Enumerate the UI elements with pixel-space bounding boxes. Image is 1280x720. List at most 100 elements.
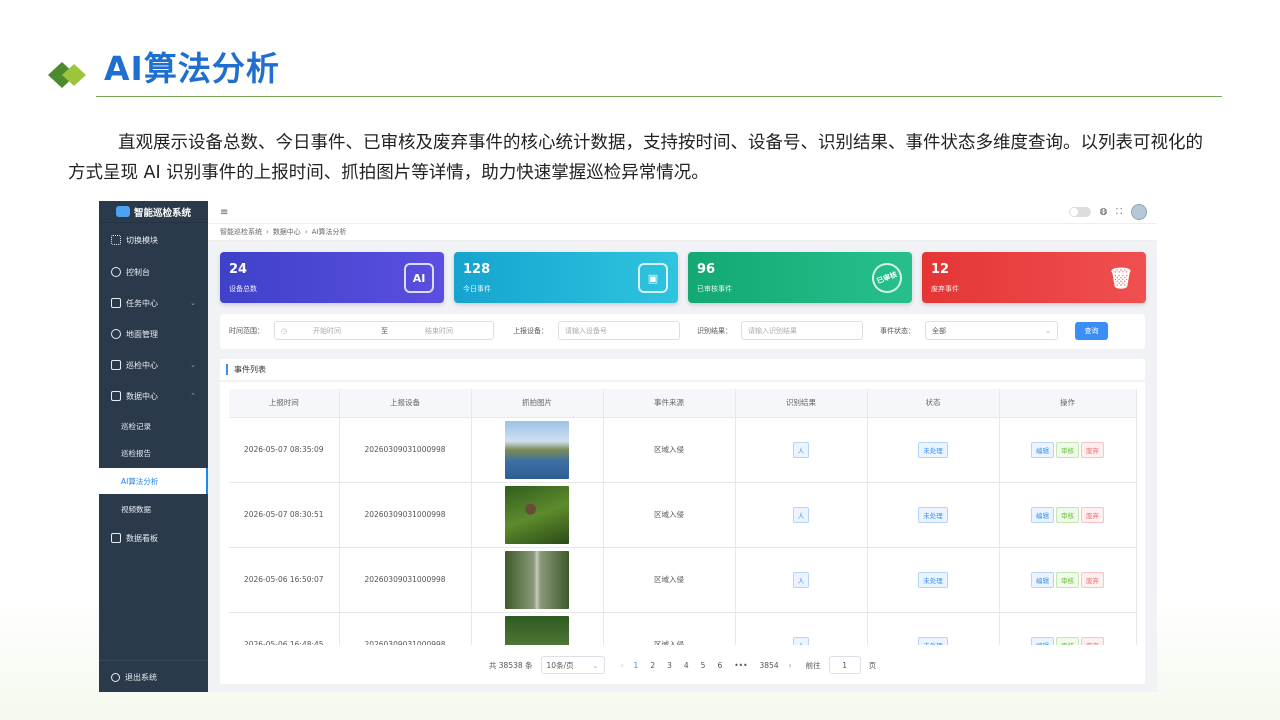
top-bar: ≡ ◍ ⛶ xyxy=(208,201,1157,223)
device-input[interactable]: 请输入设备号 xyxy=(558,321,680,340)
sidebar-logo[interactable]: 智能巡检系统 xyxy=(99,201,208,223)
table-scroll[interactable]: 上报时间 上报设备 抓拍图片 事件来源 识别结果 状态 操作 2026-05-0… xyxy=(220,382,1145,645)
audit-button[interactable]: 审核 xyxy=(1056,506,1079,523)
edit-button[interactable]: 编辑 xyxy=(1031,441,1054,458)
audit-button[interactable]: 审核 xyxy=(1056,571,1079,588)
fullscreen-icon[interactable]: ⛶ xyxy=(1116,207,1122,217)
power-icon xyxy=(111,672,120,682)
table-row: 2026-05-07 08:35:09 20260309031000998 区域… xyxy=(229,417,1137,483)
edit-button[interactable]: 编辑 xyxy=(1031,636,1054,645)
page-number[interactable]: 5 xyxy=(699,661,708,670)
sidebar-sub-ai-analysis[interactable]: AI算法分析 xyxy=(99,468,208,494)
discard-button[interactable]: 废弃 xyxy=(1081,506,1104,523)
event-source: 区域入侵 xyxy=(603,547,736,613)
sidebar-item-ground[interactable]: 地面管理 xyxy=(99,322,208,346)
page-number[interactable]: 4 xyxy=(682,661,691,670)
sidebar-item-console[interactable]: 控制台 xyxy=(99,260,208,284)
end-time-input[interactable]: 结束时间 xyxy=(425,326,453,336)
page-number[interactable]: 2 xyxy=(648,661,657,670)
page-number[interactable]: 1 xyxy=(632,661,641,670)
page-number[interactable]: 6 xyxy=(715,661,724,670)
column-header: 抓拍图片 xyxy=(471,389,604,418)
calendar-icon xyxy=(111,298,121,308)
page-number[interactable]: 3854 xyxy=(758,661,781,670)
sidebar-sub-video[interactable]: 视频数据 xyxy=(99,496,208,522)
sidebar-item-board[interactable]: 数据看板 xyxy=(99,526,208,550)
sidebar-sub-patrol-record[interactable]: 巡检记录 xyxy=(99,413,208,439)
report-time: 2026-05-07 08:30:51 xyxy=(229,482,340,548)
event-source: 区域入侵 xyxy=(603,482,736,548)
sidebar-sub-patrol-report[interactable]: 巡检报告 xyxy=(99,440,208,466)
report-device: 20260309031000998 xyxy=(339,547,472,613)
sidebar-item-switch[interactable]: 切换模块 xyxy=(99,228,208,252)
result-label: 识别结果： xyxy=(697,327,732,335)
discard-button[interactable]: 废弃 xyxy=(1081,441,1104,458)
result-input[interactable]: 请输入识别结果 xyxy=(741,321,863,340)
time-range-picker[interactable]: ◷ 开始时间 至 结束时间 xyxy=(274,321,494,340)
sidebar-item-patrol[interactable]: 巡检中心 ⌄ xyxy=(99,353,208,377)
theme-toggle[interactable] xyxy=(1068,207,1091,217)
image-icon: ▣ xyxy=(638,263,668,293)
audit-button[interactable]: 审核 xyxy=(1056,636,1079,645)
status-select[interactable]: 全部 ⌄ xyxy=(925,321,1058,340)
stat-card-discarded: 12 废弃事件 🗑 xyxy=(922,252,1146,303)
menu-toggle-icon[interactable]: ≡ xyxy=(220,207,228,218)
event-table: 上报时间 上报设备 抓拍图片 事件来源 识别结果 状态 操作 2026-05-0… xyxy=(229,389,1137,645)
edit-button[interactable]: 编辑 xyxy=(1031,571,1054,588)
breadcrumb-separator: › xyxy=(266,228,269,236)
logout-button[interactable]: 退出系统 xyxy=(99,665,208,689)
breadcrumb-item[interactable]: 智能巡检系统 xyxy=(220,227,262,237)
slide-description: 直观展示设备总数、今日事件、已审核及废弃事件的核心统计数据，支持按时间、设备号、… xyxy=(68,133,1203,183)
column-header: 事件来源 xyxy=(603,389,736,418)
globe-icon[interactable]: ◍ xyxy=(1100,207,1108,217)
title-divider xyxy=(96,96,1222,97)
main-area: ≡ ◍ ⛶ 智能巡检系统 › 数据中心 › AI算法分析 24 设备总数 AI 12… xyxy=(208,201,1157,692)
snapshot-image[interactable] xyxy=(505,615,569,645)
stat-card-audited: 96 已审核事件 已审核 xyxy=(688,252,912,303)
breadcrumb: 智能巡检系统 › 数据中心 › AI算法分析 xyxy=(208,223,1157,241)
chevron-up-icon: ⌃ xyxy=(190,392,196,400)
edit-button[interactable]: 编辑 xyxy=(1031,506,1054,523)
discard-button[interactable]: 废弃 xyxy=(1081,571,1104,588)
snapshot-image[interactable] xyxy=(505,550,569,609)
column-header: 识别结果 xyxy=(735,389,868,418)
range-separator: 至 xyxy=(381,326,388,335)
chevron-down-icon: ⌄ xyxy=(190,361,196,369)
status-badge: 未处理 xyxy=(918,441,948,458)
robot-icon xyxy=(115,206,130,217)
report-time: 2026-05-06 16:50:07 xyxy=(229,547,340,613)
report-device: 20260309031000998 xyxy=(339,612,472,645)
table-row: 2026-05-07 08:30:51 20260309031000998 区域… xyxy=(229,482,1137,548)
page-number[interactable]: 3 xyxy=(665,661,674,670)
snapshot-image[interactable] xyxy=(505,485,569,544)
app-screenshot: 智能巡检系统 切换模块 控制台 任务中心 ⌄ 地面管理 巡检中心 ⌄ 数据中心 ⌃ 巡… xyxy=(99,201,1157,692)
event-source: 区域入侵 xyxy=(603,612,736,645)
page-size-select[interactable]: 10条/页 ⌄ xyxy=(540,656,605,674)
result-tag: 人 xyxy=(792,506,810,523)
next-page-icon[interactable]: › xyxy=(789,661,792,670)
avatar[interactable] xyxy=(1131,204,1147,220)
audit-button[interactable]: 审核 xyxy=(1056,441,1079,458)
sidebar-item-data[interactable]: 数据中心 ⌃ xyxy=(99,384,208,408)
list-icon xyxy=(111,360,121,370)
result-tag: 人 xyxy=(792,441,810,458)
discard-button[interactable]: 废弃 xyxy=(1081,636,1104,645)
search-button[interactable]: 查询 xyxy=(1075,322,1108,340)
goto-label: 前往 xyxy=(805,660,821,670)
snapshot-image[interactable] xyxy=(505,420,569,479)
more-pages-icon[interactable]: ••• xyxy=(732,661,749,670)
status-badge: 未处理 xyxy=(918,636,948,645)
start-time-input[interactable]: 开始时间 xyxy=(313,326,341,336)
page-unit: 页 xyxy=(868,660,877,670)
table-row: 2026-05-06 16:48:45 20260309031000998 区域… xyxy=(229,612,1137,645)
page-jump-input[interactable]: 1 xyxy=(828,656,861,674)
report-device: 20260309031000998 xyxy=(339,417,472,483)
table-header: 上报时间 上报设备 抓拍图片 事件来源 识别结果 状态 操作 xyxy=(229,389,1137,418)
total-count: 共 38538 条 xyxy=(488,660,533,670)
status-badge: 未处理 xyxy=(918,571,948,588)
prev-page-icon[interactable]: ‹ xyxy=(621,661,624,670)
status-label: 事件状态： xyxy=(880,327,915,335)
column-header: 上报设备 xyxy=(339,389,472,418)
sidebar-item-task[interactable]: 任务中心 ⌄ xyxy=(99,291,208,315)
breadcrumb-item[interactable]: 数据中心 xyxy=(273,227,301,237)
